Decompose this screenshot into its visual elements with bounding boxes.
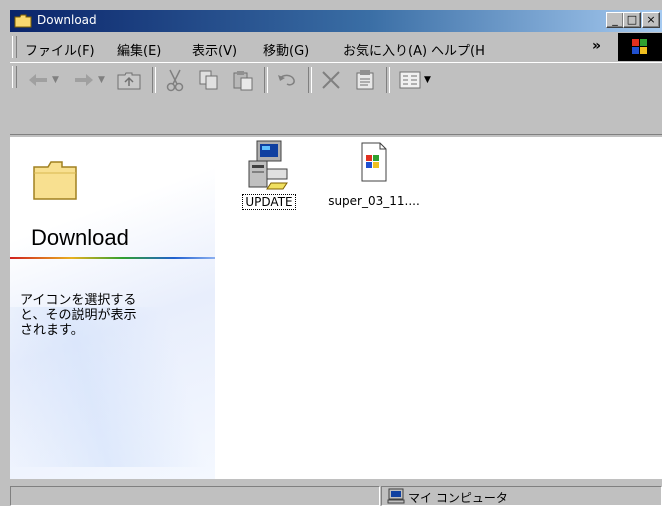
- paste-button[interactable]: [228, 66, 258, 94]
- maximize-button[interactable]: □: [623, 12, 641, 28]
- media-file-icon: [361, 142, 387, 182]
- title-bar[interactable]: Download _ □ ×: [10, 10, 662, 32]
- menu-favorites[interactable]: お気に入り(A): [343, 40, 427, 59]
- delete-button[interactable]: [316, 66, 346, 94]
- standard-toolbar: ▼ ▼ ▼: [10, 62, 662, 99]
- menu-go[interactable]: 移動(G): [263, 40, 309, 59]
- my-computer-icon: [387, 488, 405, 504]
- webview-rule: [10, 257, 215, 259]
- back-button[interactable]: ▼: [22, 66, 64, 94]
- undo-button[interactable]: [272, 66, 302, 94]
- cut-button[interactable]: [160, 66, 190, 94]
- up-folder-button[interactable]: [114, 66, 144, 94]
- status-pane-text: [10, 486, 380, 506]
- undo-icon: [278, 74, 295, 86]
- status-pane-zone: マイ コンピュータ: [381, 486, 662, 506]
- delete-icon: [322, 71, 340, 89]
- menu-help[interactable]: ヘルプ(H: [431, 40, 487, 59]
- file-item-super[interactable]: super_03_11....: [326, 139, 422, 208]
- status-zone-label: マイ コンピュータ: [408, 491, 508, 505]
- webview-title: Download: [31, 225, 129, 250]
- menu-view[interactable]: 表示(V): [192, 40, 237, 59]
- webview-description: アイコンを選択する と、その説明が表示 されます。: [20, 293, 137, 338]
- forward-icon: [75, 74, 94, 86]
- menu-file[interactable]: ファイル(F): [25, 40, 95, 59]
- close-button[interactable]: ×: [642, 12, 660, 28]
- properties-button[interactable]: [350, 66, 380, 94]
- folder-icon: [14, 14, 32, 28]
- back-icon: [29, 74, 48, 86]
- file-label-update: UPDATE: [242, 194, 296, 210]
- toolbar-grip[interactable]: [12, 66, 17, 88]
- forward-dropdown-icon[interactable]: ▼: [98, 75, 105, 85]
- toolbar-separator: [152, 67, 156, 93]
- toolbar-separator: [264, 67, 268, 93]
- menu-bar: ファイル(F) 編集(E) 表示(V) 移動(G) お気に入り(A) ヘルプ(H…: [10, 33, 662, 61]
- forward-button[interactable]: ▼: [68, 66, 110, 94]
- minimize-button[interactable]: _: [606, 12, 624, 28]
- copy-button[interactable]: [194, 66, 224, 94]
- paste-icon: [233, 71, 253, 91]
- cut-icon: [166, 69, 184, 92]
- toolbar-separator: [308, 67, 312, 93]
- file-item-update[interactable]: UPDATE: [230, 139, 308, 210]
- folder-view[interactable]: Download アイコンを選択する と、その説明が表示 されます。 UPDAT…: [10, 137, 662, 479]
- views-dropdown-icon[interactable]: ▼: [424, 75, 431, 85]
- window-title: Download: [37, 13, 97, 27]
- menu-edit[interactable]: 編集(E): [117, 40, 161, 59]
- views-icon: [399, 71, 421, 89]
- copy-icon: [199, 70, 218, 90]
- toolbar-separator: [386, 67, 390, 93]
- views-button[interactable]: ▼: [392, 66, 438, 94]
- web-view-panel: Download アイコンを選択する と、その説明が表示 されます。: [10, 137, 215, 479]
- menu-overflow-chevron-icon[interactable]: »: [592, 38, 601, 54]
- windows-logo-icon: [618, 33, 662, 61]
- setup-computer-icon: [248, 140, 288, 190]
- back-dropdown-icon[interactable]: ▼: [52, 75, 59, 85]
- large-folder-icon: [33, 161, 77, 200]
- file-label-super: super_03_11....: [328, 194, 420, 208]
- properties-icon: [356, 70, 374, 90]
- menu-grip[interactable]: [12, 36, 17, 58]
- up-folder-icon: [117, 72, 141, 90]
- status-bar: マイ コンピュータ: [10, 484, 662, 506]
